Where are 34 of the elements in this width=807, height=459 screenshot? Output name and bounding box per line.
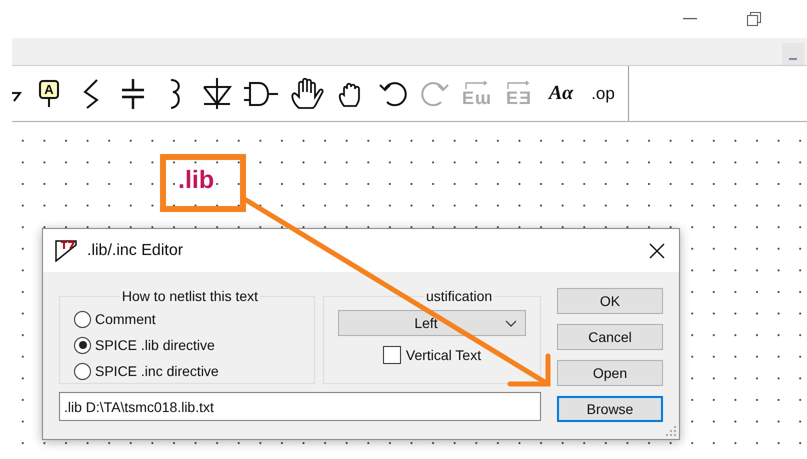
close-icon[interactable] bbox=[649, 242, 665, 258]
restore-icon[interactable] bbox=[747, 12, 761, 26]
group-title: How to netlist this text bbox=[120, 288, 260, 304]
vertical-text-checkbox[interactable]: Vertical Text bbox=[382, 346, 482, 364]
group-title: ustification bbox=[425, 288, 494, 304]
inductor-icon[interactable] bbox=[169, 78, 181, 108]
minimize-button[interactable] bbox=[782, 43, 804, 65]
undo-icon[interactable] bbox=[379, 80, 407, 106]
and-gate-icon[interactable] bbox=[244, 80, 278, 106]
radio-option[interactable]: Comment bbox=[74, 306, 306, 332]
dialog-button[interactable]: Open bbox=[557, 360, 663, 386]
resistor-icon[interactable] bbox=[81, 78, 101, 110]
dialog-button[interactable]: Cancel bbox=[557, 324, 663, 350]
chevron-down-icon bbox=[505, 320, 517, 326]
radio-option[interactable]: SPICE .inc directive bbox=[74, 358, 306, 384]
capacitor-icon[interactable] bbox=[122, 78, 144, 108]
open-hand-icon[interactable] bbox=[290, 78, 324, 110]
dialog-title: .lib/.inc Editor bbox=[87, 242, 184, 260]
radio-button[interactable] bbox=[74, 310, 91, 328]
app-icon bbox=[55, 240, 77, 262]
checkbox[interactable] bbox=[382, 346, 401, 364]
radio-option[interactable]: SPICE .lib directive bbox=[74, 332, 306, 358]
diode-icon[interactable] bbox=[202, 78, 232, 110]
radio-button[interactable] bbox=[74, 336, 91, 354]
text-input-field[interactable]: .lib D:\TA\tsmc018.lib.txt bbox=[59, 392, 541, 421]
resize-grip-icon[interactable] bbox=[666, 426, 676, 436]
justification-dropdown[interactable]: Left bbox=[338, 310, 526, 336]
minimize-icon bbox=[789, 58, 797, 60]
dialog-button[interactable]: Browse bbox=[557, 396, 663, 422]
text-icon[interactable]: Aα bbox=[548, 82, 574, 105]
minimize-icon[interactable] bbox=[683, 18, 697, 20]
dialog-button[interactable]: OK bbox=[557, 288, 663, 314]
spice-directive-icon[interactable]: .op bbox=[591, 84, 615, 104]
radio-button[interactable] bbox=[74, 362, 91, 380]
